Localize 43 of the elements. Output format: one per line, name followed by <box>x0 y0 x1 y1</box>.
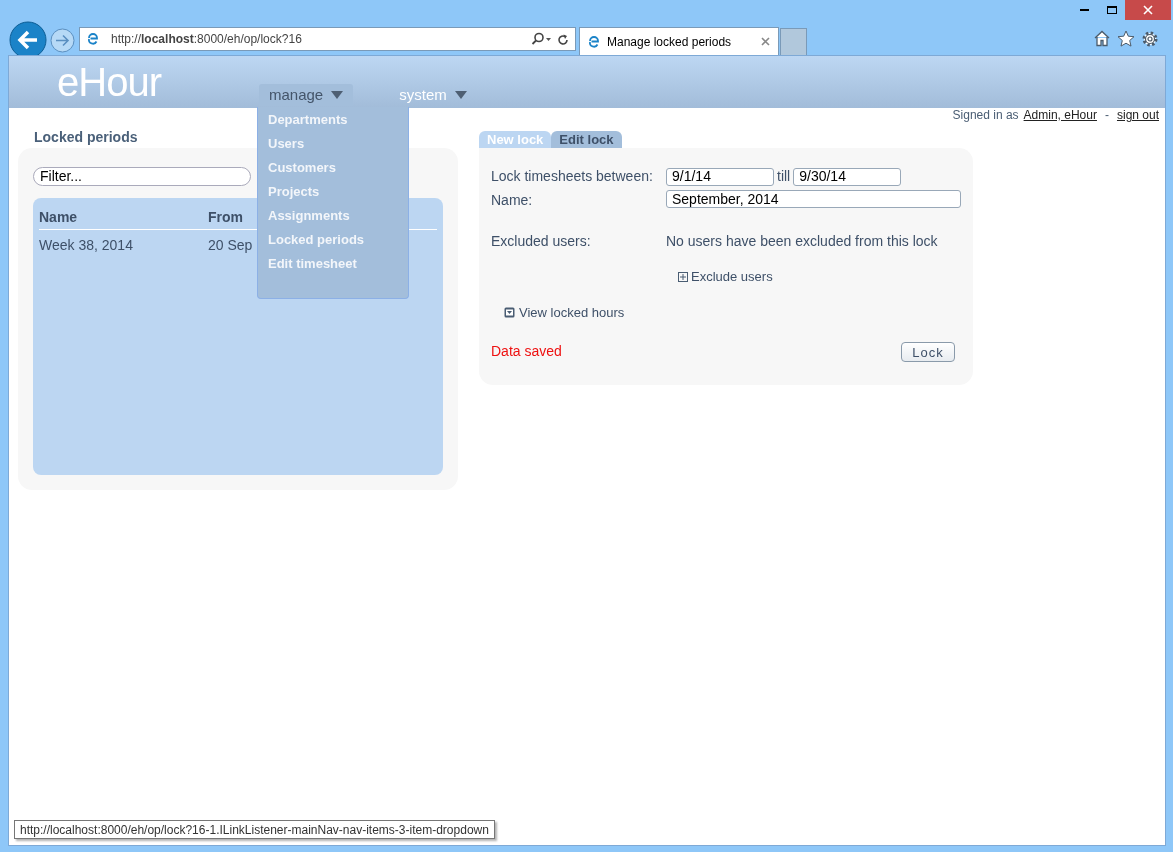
user-link[interactable]: Admin, eHour <box>1023 106 1097 124</box>
url-text: http://localhost:8000/eh/op/lock?16 <box>111 31 302 48</box>
star-icon[interactable] <box>1117 30 1135 47</box>
app-logo: eHour <box>57 60 161 104</box>
excluded-message: No users have been excluded from this lock <box>666 232 938 251</box>
column-header[interactable]: From <box>208 207 256 228</box>
close-icon[interactable] <box>761 37 770 46</box>
status-tooltip: http://localhost:8000/eh/op/lock?16-1.ILinkListener-mainNav-nav-items-3-item-dropdown <box>14 820 495 839</box>
name-field[interactable]: September, 2014 <box>666 190 961 208</box>
close-icon <box>1143 5 1153 15</box>
sign-out-link[interactable]: sign out <box>1116 106 1159 124</box>
section-title: Locked periods <box>34 129 138 145</box>
expand-icon <box>504 306 515 318</box>
tab[interactable]: Edit lock <box>551 131 622 148</box>
page-icon <box>588 34 600 49</box>
separator-text: - <box>1104 107 1109 124</box>
field-label: till <box>777 167 791 186</box>
address-bar[interactable]: http://localhost:8000/eh/op/lock?16 <box>79 27 576 51</box>
settings-icon[interactable] <box>1141 30 1159 48</box>
field-label: Lock timesheets between: <box>491 167 654 186</box>
filter-field[interactable]: Filter... <box>33 167 251 186</box>
caret-icon <box>454 91 467 99</box>
home-icon[interactable] <box>1093 30 1111 47</box>
search-icon[interactable] <box>531 32 551 46</box>
plus-icon <box>678 271 688 282</box>
tab-title: Manage locked periods <box>607 33 732 51</box>
page-icon <box>87 32 99 46</box>
caret-icon <box>331 91 344 99</box>
exclude-users-link[interactable]: Exclude users <box>691 267 773 287</box>
status-message: Data saved <box>491 342 562 361</box>
refresh-icon[interactable] <box>557 32 569 46</box>
table-cell-text: 20 Sep <box>208 236 254 255</box>
signed-in-label: Signed in as <box>952 107 1019 124</box>
nav-menu[interactable]: manage <box>259 84 354 106</box>
lock-button[interactable]: Lock <box>901 341 955 362</box>
field-label: Name: <box>491 191 534 210</box>
start-date-field[interactable]: 9/1/14 <box>666 167 774 186</box>
browser-tab[interactable]: Manage locked periods <box>579 27 779 55</box>
view-locked-hours-link[interactable]: View locked hours <box>519 302 625 322</box>
end-date-field[interactable]: 9/30/14 <box>793 167 902 186</box>
column-header[interactable]: Name <box>39 207 208 228</box>
field-label: Excluded users: <box>491 232 592 251</box>
table-cell-text: Week 38, 2014 <box>39 236 134 255</box>
